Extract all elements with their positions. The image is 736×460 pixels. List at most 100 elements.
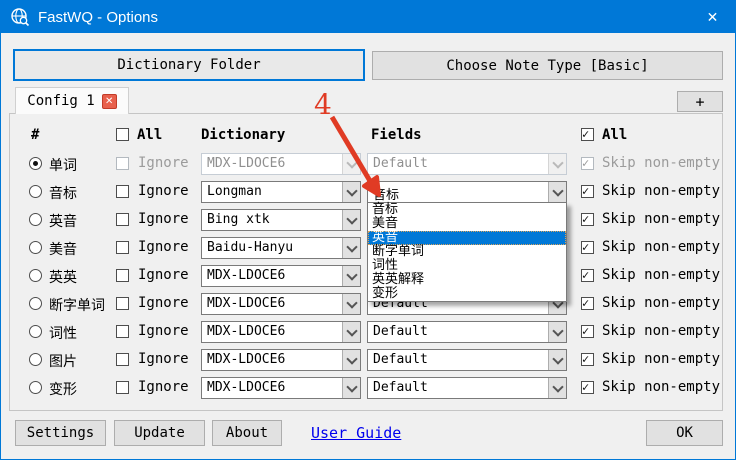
chevron-down-icon xyxy=(342,350,360,370)
window-title: FastWQ - Options xyxy=(38,9,158,26)
dictionary-select[interactable]: Baidu-Hanyu xyxy=(201,237,361,259)
word-radio[interactable] xyxy=(29,213,42,226)
close-button[interactable]: ✕ xyxy=(690,1,735,33)
dictionary-select[interactable]: MDX-LDOCE6 xyxy=(201,265,361,287)
chevron-down-icon xyxy=(548,378,566,398)
row-label: 词性 xyxy=(49,323,77,343)
add-tab-button[interactable]: + xyxy=(677,91,723,112)
skip-non-empty-checkbox[interactable] xyxy=(581,381,594,394)
ignore-checkbox[interactable] xyxy=(116,185,129,198)
dictionary-select[interactable]: MDX-LDOCE6 xyxy=(201,321,361,343)
ignore-checkbox[interactable] xyxy=(116,269,129,282)
skip-non-empty-checkbox[interactable] xyxy=(581,353,594,366)
chevron-down-icon xyxy=(342,154,360,174)
ignore-checkbox[interactable] xyxy=(116,325,129,338)
chevron-down-icon xyxy=(342,238,360,258)
all-skip-checkbox[interactable] xyxy=(581,128,594,141)
word-radio[interactable] xyxy=(29,325,42,338)
fields-select[interactable]: Default xyxy=(367,321,567,343)
table-row: 变形 Ignore MDX-LDOCE6 Default Skip non-em… xyxy=(1,374,736,402)
dictionary-select[interactable]: MDX-LDOCE6 xyxy=(201,349,361,371)
column-header-fields: Fields xyxy=(371,127,422,143)
chevron-down-icon xyxy=(342,322,360,342)
chevron-down-icon xyxy=(548,182,566,202)
chevron-down-icon xyxy=(342,266,360,286)
chevron-down-icon xyxy=(342,182,360,202)
dictionary-select[interactable]: MDX-LDOCE6 xyxy=(201,153,361,175)
all-ignore-label: All xyxy=(137,127,162,143)
ignore-checkbox[interactable] xyxy=(116,353,129,366)
dropdown-option[interactable]: 断字单词 xyxy=(368,245,566,259)
table-row: 词性 Ignore MDX-LDOCE6 Default Skip non-em… xyxy=(1,318,736,346)
globe-search-icon xyxy=(10,7,30,27)
chevron-down-icon xyxy=(548,350,566,370)
ignore-checkbox[interactable] xyxy=(116,241,129,254)
ignore-checkbox[interactable] xyxy=(116,297,129,310)
dictionary-select[interactable]: Longman xyxy=(201,181,361,203)
skip-non-empty-checkbox[interactable] xyxy=(581,185,594,198)
word-radio[interactable] xyxy=(29,297,42,310)
skip-non-empty-label: Skip non-empty xyxy=(602,155,720,171)
dictionary-select[interactable]: MDX-LDOCE6 xyxy=(201,377,361,399)
skip-non-empty-label: Skip non-empty xyxy=(602,239,720,255)
about-button[interactable]: About xyxy=(212,420,282,446)
user-guide-link[interactable]: User Guide xyxy=(311,424,401,442)
settings-button[interactable]: Settings xyxy=(15,420,106,446)
fields-select[interactable]: Default xyxy=(367,349,567,371)
word-radio[interactable] xyxy=(29,241,42,254)
chevron-down-icon xyxy=(548,154,566,174)
options-window: FastWQ - Options ✕ Dictionary Folder Cho… xyxy=(0,0,736,460)
word-radio[interactable] xyxy=(29,353,42,366)
ok-button[interactable]: OK xyxy=(646,420,723,446)
table-row: 图片 Ignore MDX-LDOCE6 Default Skip non-em… xyxy=(1,346,736,374)
title-bar: FastWQ - Options ✕ xyxy=(1,1,735,33)
fields-dropdown-list: 音标 美音 英音 断字单词 词性 英英解释 变形 xyxy=(367,202,567,302)
ignore-label: Ignore xyxy=(138,323,189,339)
skip-non-empty-checkbox[interactable] xyxy=(581,325,594,338)
skip-non-empty-checkbox[interactable] xyxy=(581,213,594,226)
row-label: 音标 xyxy=(49,183,77,203)
skip-non-empty-label: Skip non-empty xyxy=(602,295,720,311)
word-radio[interactable] xyxy=(29,381,42,394)
choose-note-type-button[interactable]: Choose Note Type [Basic] xyxy=(372,51,723,80)
ignore-label: Ignore xyxy=(138,211,189,227)
dropdown-option[interactable]: 音标 xyxy=(368,203,566,217)
skip-non-empty-checkbox[interactable] xyxy=(581,297,594,310)
dropdown-option[interactable]: 美音 xyxy=(368,217,566,231)
tab-close-icon[interactable]: ✕ xyxy=(102,94,117,109)
ignore-checkbox[interactable] xyxy=(116,381,129,394)
dropdown-option[interactable]: 英英解释 xyxy=(368,273,566,287)
row-label: 英音 xyxy=(49,211,77,231)
dictionary-folder-button[interactable]: Dictionary Folder xyxy=(13,49,365,81)
skip-non-empty-label: Skip non-empty xyxy=(602,379,720,395)
dictionary-select[interactable]: Bing xtk xyxy=(201,209,361,231)
dropdown-option-highlighted[interactable]: 英音 xyxy=(368,231,566,245)
fields-select[interactable]: Default xyxy=(367,153,567,175)
row-label: 断字单词 xyxy=(49,295,105,315)
skip-non-empty-checkbox[interactable] xyxy=(581,269,594,282)
column-header-number: # xyxy=(31,127,39,143)
skip-non-empty-label: Skip non-empty xyxy=(602,183,720,199)
fields-select[interactable]: Default xyxy=(367,377,567,399)
ignore-label: Ignore xyxy=(138,183,189,199)
all-ignore-checkbox[interactable] xyxy=(116,128,129,141)
ignore-label: Ignore xyxy=(138,155,189,171)
skip-non-empty-checkbox[interactable] xyxy=(581,241,594,254)
skip-non-empty-checkbox[interactable] xyxy=(581,157,594,170)
ignore-checkbox[interactable] xyxy=(116,213,129,226)
dropdown-option[interactable]: 词性 xyxy=(368,259,566,273)
skip-non-empty-label: Skip non-empty xyxy=(602,267,720,283)
row-label: 单词 xyxy=(49,155,77,175)
fields-select-open[interactable]: 音标 xyxy=(367,181,567,203)
update-button[interactable]: Update xyxy=(114,420,205,446)
column-header-dictionary: Dictionary xyxy=(201,127,285,143)
word-radio[interactable] xyxy=(29,157,42,170)
tab-config-1[interactable]: Config 1 ✕ xyxy=(15,87,129,114)
dictionary-select[interactable]: MDX-LDOCE6 xyxy=(201,293,361,315)
word-radio[interactable] xyxy=(29,185,42,198)
all-skip-label: All xyxy=(602,127,627,143)
word-radio[interactable] xyxy=(29,269,42,282)
dropdown-option[interactable]: 变形 xyxy=(368,287,566,301)
ignore-checkbox[interactable] xyxy=(116,157,129,170)
ignore-label: Ignore xyxy=(138,267,189,283)
